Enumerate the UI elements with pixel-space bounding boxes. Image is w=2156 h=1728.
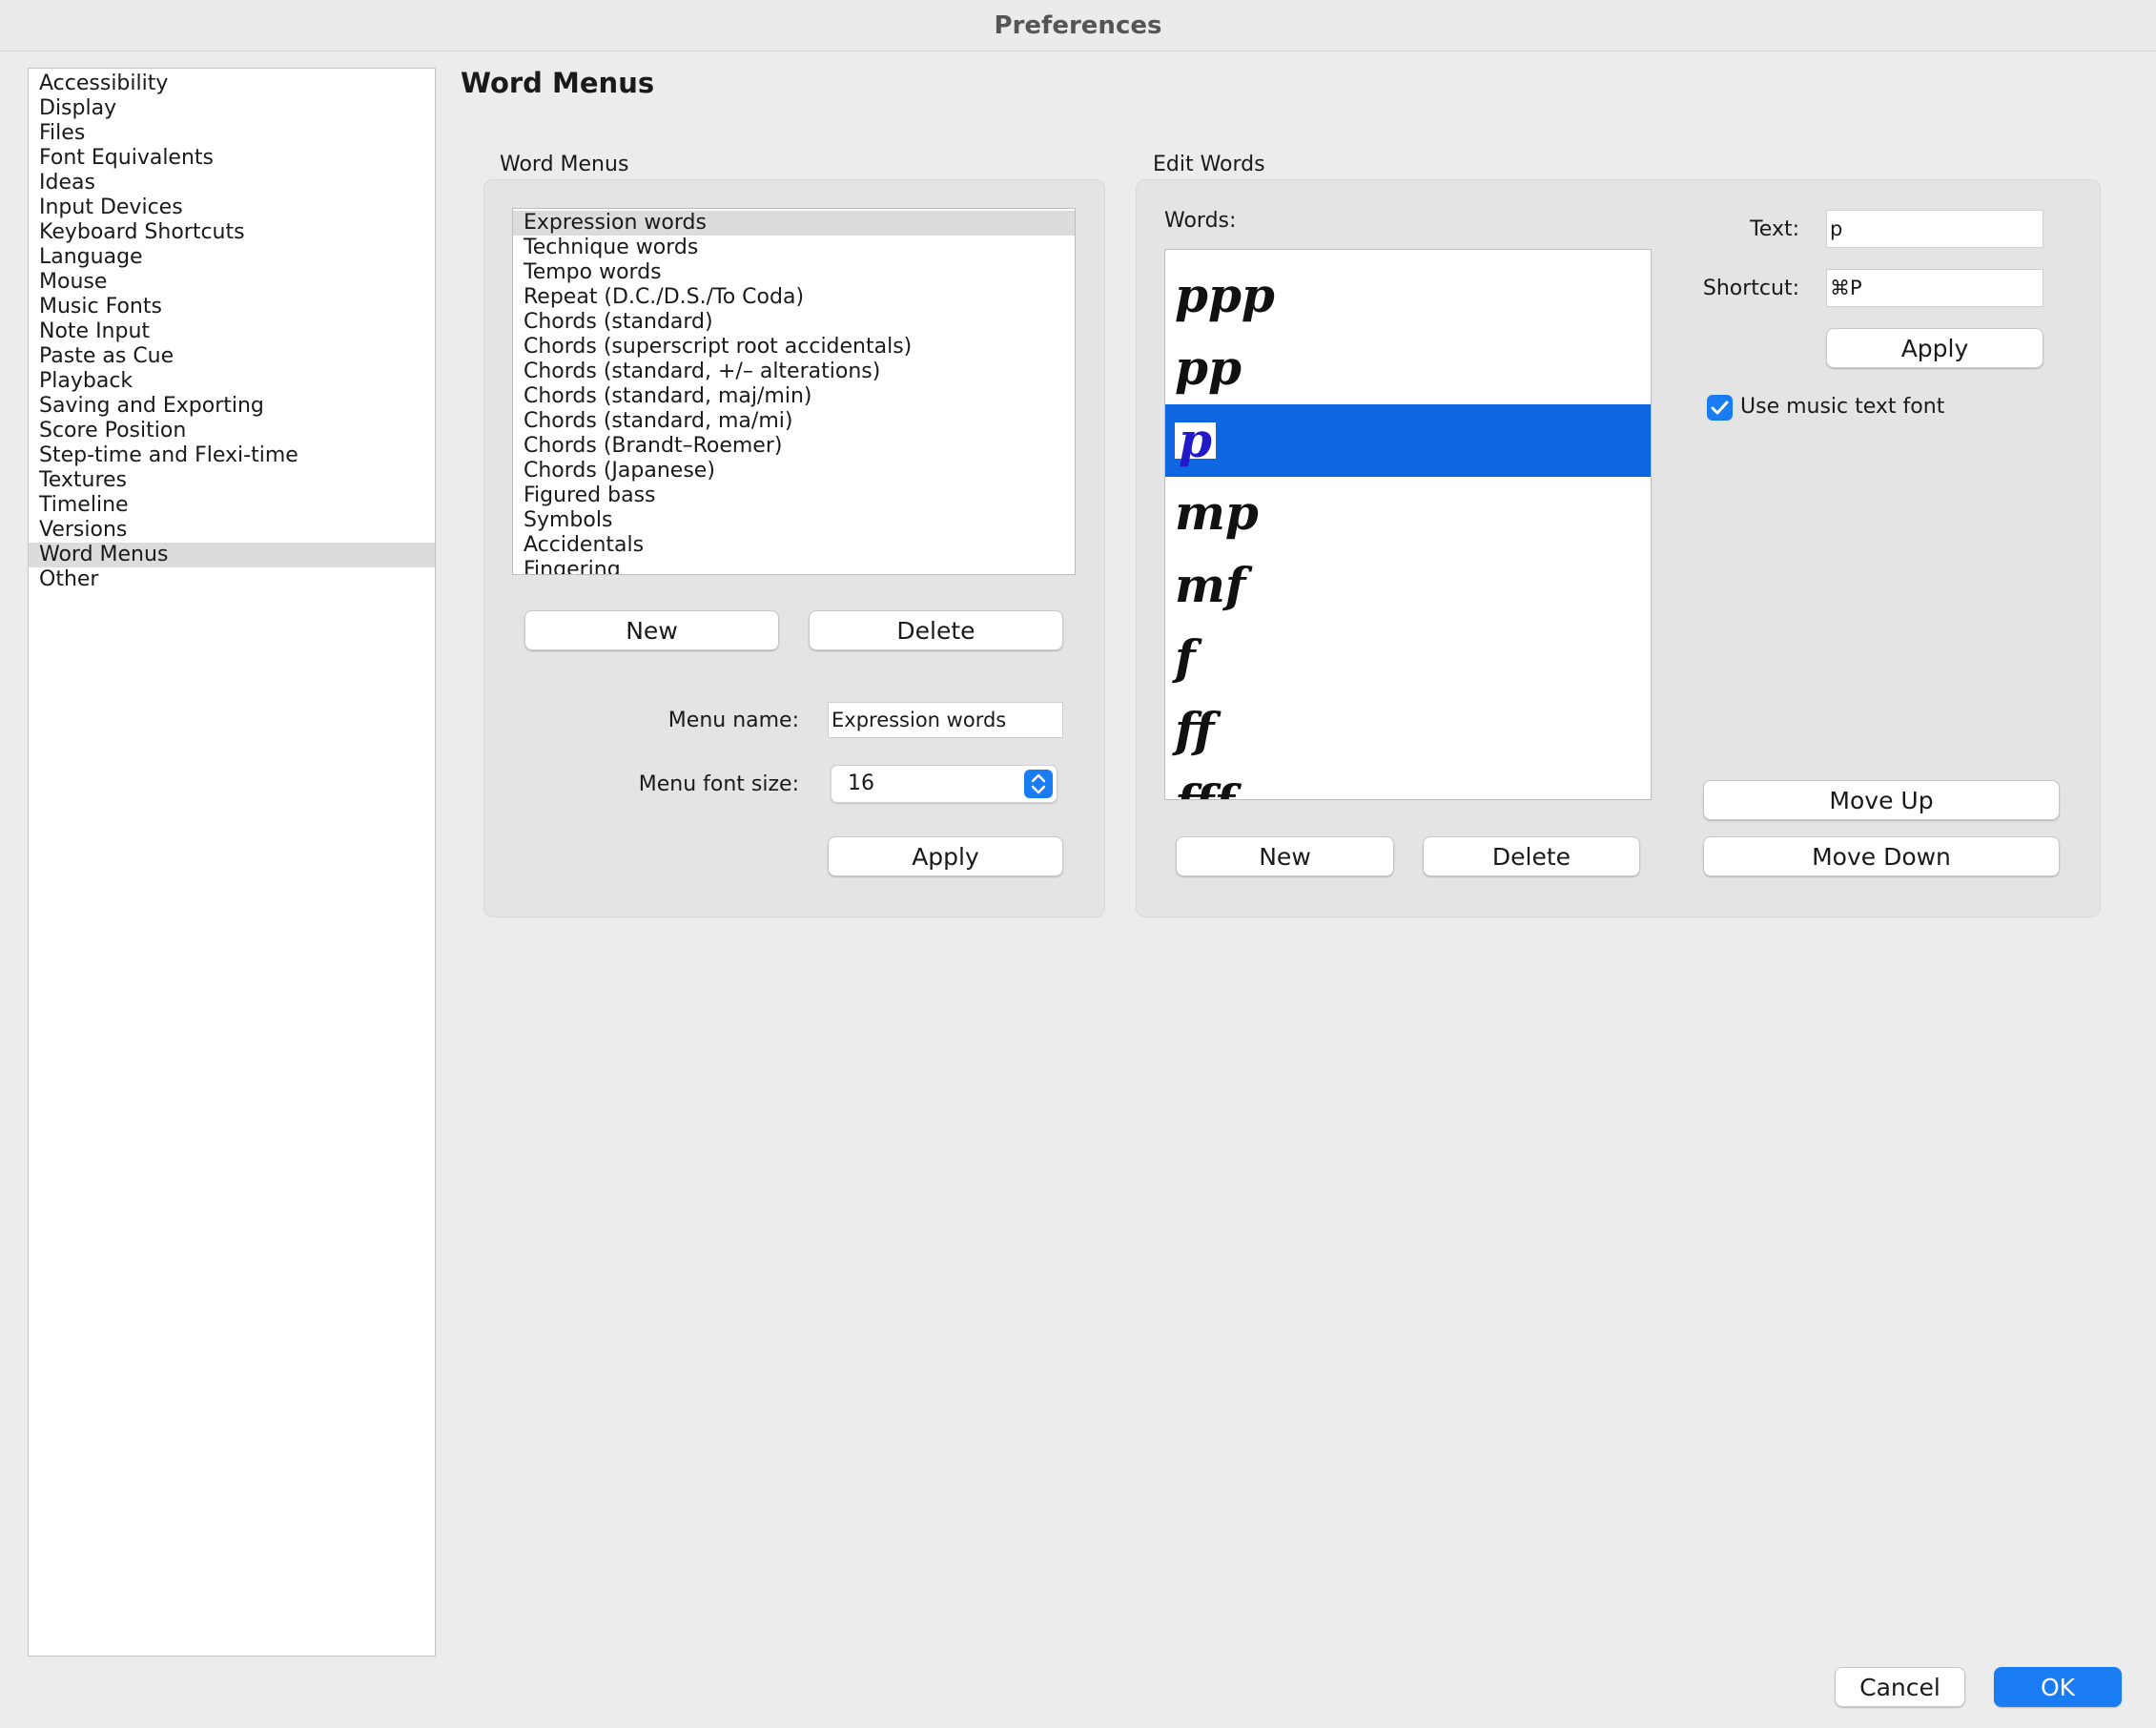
page-title: Word Menus [461,67,655,99]
menu-font-size-select[interactable]: 16 [831,765,1057,803]
list-item[interactable]: Technique words [513,236,1075,260]
use-music-font-checkbox[interactable] [1707,395,1733,421]
list-item[interactable]: ppp [1165,259,1651,332]
list-item[interactable]: Chords (standard, +/– alterations) [513,360,1075,384]
sidebar-item-saving-and-exporting[interactable]: Saving and Exporting [29,394,435,419]
list-item[interactable]: mp [1165,477,1651,549]
list-item[interactable]: pp [1165,332,1651,404]
text-label: Text: [1750,217,1799,241]
list-item[interactable]: Chords (standard) [513,310,1075,335]
preferences-sidebar: Accessibility Display Files Font Equival… [28,68,436,1656]
sidebar-item-word-menus[interactable]: Word Menus [29,543,435,567]
sidebar-item-step-time[interactable]: Step-time and Flexi-time [29,443,435,468]
delete-menu-button[interactable]: Delete [809,610,1063,650]
title-bar: Preferences [0,0,2156,51]
list-item[interactable]: Chords (Japanese) [513,459,1075,483]
sidebar-item-playback[interactable]: Playback [29,369,435,394]
menu-name-label: Menu name: [667,709,799,732]
list-item[interactable]: Expression words [513,211,1075,236]
sidebar-item-accessibility[interactable]: Accessibility [29,72,435,96]
move-down-button[interactable]: Move Down [1703,836,2060,876]
menu-name-input[interactable] [828,702,1063,738]
word-text-input[interactable] [1826,210,2043,248]
checkmark-icon [1711,401,1729,415]
sidebar-item-mouse[interactable]: Mouse [29,270,435,295]
list-item[interactable]: Symbols [513,508,1075,533]
sidebar-item-display[interactable]: Display [29,96,435,121]
words-list[interactable]: ppp pp p mp mf f ff fff [1164,249,1652,800]
list-item[interactable]: Figured bass [513,483,1075,508]
delete-word-button[interactable]: Delete [1423,836,1640,876]
use-music-font-label[interactable]: Use music text font [1740,395,1944,419]
list-item[interactable]: p [1165,404,1651,477]
list-item[interactable]: fff [1165,767,1651,799]
shortcut-input[interactable] [1826,269,2043,307]
list-item[interactable]: ff [1165,694,1651,767]
menu-font-size-label: Menu font size: [638,772,799,796]
ok-button[interactable]: OK [1994,1667,2122,1707]
cancel-button[interactable]: Cancel [1835,1667,1965,1707]
apply-menu-button[interactable]: Apply [828,836,1063,876]
sidebar-item-paste-as-cue[interactable]: Paste as Cue [29,344,435,369]
list-item[interactable]: Fingering [513,558,1075,574]
sidebar-item-textures[interactable]: Textures [29,468,435,493]
sidebar-item-keyboard-shortcuts[interactable]: Keyboard Shortcuts [29,220,435,245]
words-label: Words: [1164,209,1237,233]
sidebar-item-music-fonts[interactable]: Music Fonts [29,295,435,319]
word-menus-group-label: Word Menus [500,153,629,176]
sidebar-item-files[interactable]: Files [29,121,435,146]
list-item[interactable]: Chords (superscript root accidentals) [513,335,1075,360]
sidebar-item-other[interactable]: Other [29,567,435,592]
list-item[interactable]: Chords (Brandt–Roemer) [513,434,1075,459]
window-title: Preferences [994,10,1162,40]
list-item[interactable]: Chords (standard, maj/min) [513,384,1075,409]
move-up-button[interactable]: Move Up [1703,780,2060,820]
sidebar-item-language[interactable]: Language [29,245,435,270]
sidebar-item-versions[interactable]: Versions [29,518,435,543]
list-item[interactable]: mf [1165,549,1651,622]
word-menus-list[interactable]: Expression words Technique words Tempo w… [512,208,1076,575]
list-item[interactable]: Tempo words [513,260,1075,285]
list-item[interactable]: f [1165,622,1651,694]
sidebar-item-score-position[interactable]: Score Position [29,419,435,443]
apply-word-button[interactable]: Apply [1826,328,2043,368]
list-item[interactable]: Accidentals [513,533,1075,558]
sidebar-item-timeline[interactable]: Timeline [29,493,435,518]
new-word-button[interactable]: New [1176,836,1394,876]
menu-font-size-value: 16 [848,771,874,795]
sidebar-item-font-equivalents[interactable]: Font Equivalents [29,146,435,171]
list-item[interactable]: Repeat (D.C./D.S./To Coda) [513,285,1075,310]
edit-words-group-label: Edit Words [1153,153,1265,176]
sidebar-item-input-devices[interactable]: Input Devices [29,195,435,220]
shortcut-label: Shortcut: [1702,277,1799,300]
list-item[interactable]: Chords (standard, ma/mi) [513,409,1075,434]
stepper-arrows-icon [1024,770,1053,798]
sidebar-item-note-input[interactable]: Note Input [29,319,435,344]
sidebar-item-ideas[interactable]: Ideas [29,171,435,195]
new-menu-button[interactable]: New [524,610,779,650]
